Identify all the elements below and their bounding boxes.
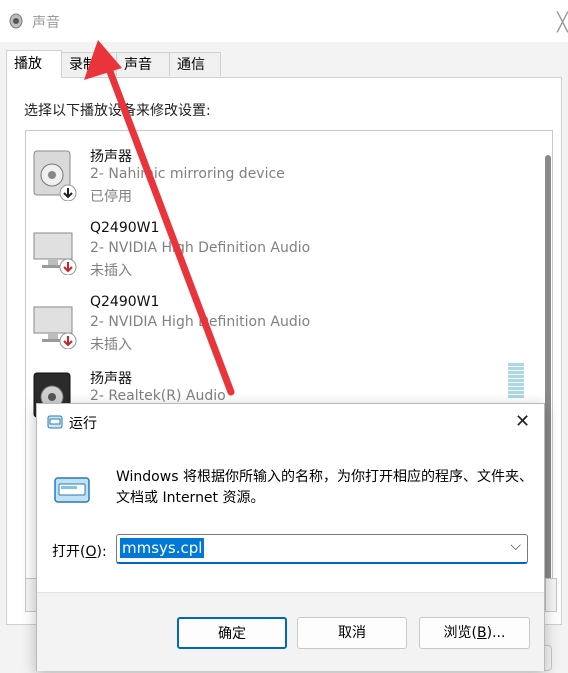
scrollbar[interactable] bbox=[545, 155, 551, 585]
device-name: 扬声器 bbox=[90, 149, 132, 165]
device-description: 2- Realtek(R) Audio bbox=[90, 388, 226, 404]
run-dialog: 运行 ✕ Windows 将根据你所输入的名称，为你打开相应的程序、文件夹、文档… bbox=[36, 403, 545, 671]
tab-communications[interactable]: 通信 bbox=[169, 52, 221, 76]
chevron-down-icon[interactable]: ⌵ bbox=[510, 538, 521, 554]
run-icon bbox=[47, 415, 63, 429]
tab-playback[interactable]: 播放 bbox=[6, 50, 62, 78]
close-icon[interactable]: ╳ bbox=[557, 12, 568, 33]
tab-recording[interactable]: 录制 bbox=[61, 52, 117, 76]
device-description: 2- NVIDIA High Definition Audio bbox=[90, 240, 311, 256]
speaker-icon bbox=[9, 13, 23, 29]
volume-meter bbox=[508, 363, 524, 403]
run-title: 运行 bbox=[69, 416, 97, 432]
device-status: 未插入 bbox=[90, 337, 132, 353]
open-input[interactable]: mmsys.cpl ⌵ bbox=[116, 534, 528, 564]
monitor-icon bbox=[33, 232, 77, 275]
run-message: Windows 将根据你所输入的名称，为你打开相应的程序、文件夹、文档或 Int… bbox=[116, 469, 533, 506]
sound-titlebar: 声音 ╳ bbox=[0, 0, 568, 42]
run-titlebar: 运行 ✕ bbox=[37, 404, 544, 442]
device-status: 未插入 bbox=[90, 263, 132, 279]
run-icon bbox=[54, 477, 90, 503]
properties-button[interactable] bbox=[545, 578, 557, 612]
tab-sounds[interactable]: 声音 bbox=[116, 52, 170, 76]
instruction-text: 选择以下播放设备来修改设置: bbox=[24, 103, 211, 119]
list-item[interactable]: Q2490W1 2- NVIDIA High Definition Audio … bbox=[26, 291, 526, 365]
speaker-icon bbox=[33, 150, 77, 201]
open-hotkey: O bbox=[85, 544, 97, 560]
sound-title: 声音 bbox=[32, 15, 60, 31]
close-icon[interactable]: ✕ bbox=[515, 411, 530, 432]
open-input-value[interactable]: mmsys.cpl bbox=[120, 538, 205, 558]
device-name: Q2490W1 bbox=[90, 220, 160, 236]
list-item[interactable]: 扬声器 2- Nahimic mirroring device 已停用 bbox=[26, 143, 526, 217]
device-name: 扬声器 bbox=[90, 371, 132, 387]
device-description: 2- Nahimic mirroring device bbox=[90, 166, 285, 182]
list-item[interactable]: Q2490W1 2- NVIDIA High Definition Audio … bbox=[26, 217, 526, 291]
device-description: 2- NVIDIA High Definition Audio bbox=[90, 314, 311, 330]
cancel-button[interactable]: 取消 bbox=[297, 617, 407, 649]
open-label: 打开(O): bbox=[52, 544, 107, 560]
ok-button[interactable]: 确定 bbox=[177, 617, 287, 649]
browse-button[interactable]: 浏览(B)... bbox=[419, 617, 530, 649]
monitor-icon bbox=[33, 306, 77, 349]
device-name: Q2490W1 bbox=[90, 294, 160, 310]
browse-hotkey: B bbox=[477, 625, 487, 641]
device-status: 已停用 bbox=[90, 189, 132, 205]
run-footer: 确定 取消 浏览(B)... bbox=[37, 592, 544, 671]
